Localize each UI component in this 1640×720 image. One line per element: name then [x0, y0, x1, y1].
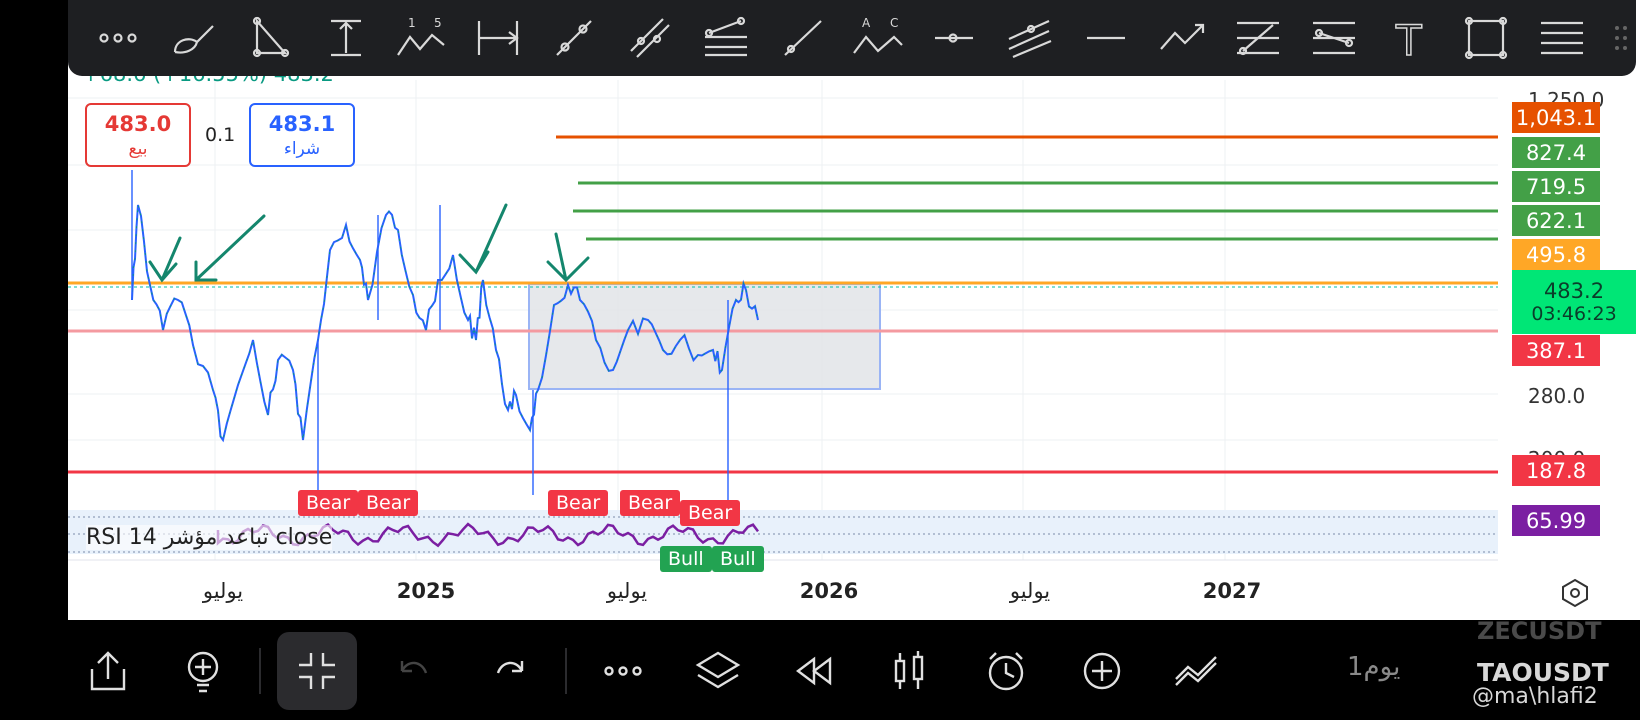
- time-label: يوليو: [1009, 579, 1051, 603]
- rsi-value-tag: 65.99: [1512, 505, 1600, 536]
- buy-price: 483.1: [268, 111, 336, 136]
- price-tag: 387.1: [1512, 335, 1600, 366]
- price-tag: 622.1: [1512, 205, 1600, 236]
- last-price: 483.2: [1543, 279, 1605, 303]
- sell-price: 483.0: [104, 111, 172, 136]
- last-price-tag: 483.2 03:46:23: [1512, 270, 1636, 334]
- time-label: 2026: [799, 579, 859, 603]
- svg-text:5: 5: [434, 16, 442, 30]
- elliott-wave-icon[interactable]: 15: [384, 8, 460, 68]
- bear-signal: Bear: [358, 490, 419, 516]
- bull-signal: Bull: [712, 546, 764, 572]
- arrow-annotations: [148, 203, 590, 283]
- price-tag: 495.8: [1512, 239, 1600, 270]
- svg-text:1: 1: [408, 16, 416, 30]
- redo-icon[interactable]: [470, 632, 550, 710]
- brush-icon[interactable]: [156, 8, 232, 68]
- separator: [565, 648, 567, 694]
- watermark-handle: @ma\hlafi2: [1472, 684, 1598, 709]
- compare-icon[interactable]: [1157, 632, 1237, 710]
- chart-settings-icon[interactable]: [1560, 578, 1590, 608]
- triangle-icon[interactable]: [232, 8, 308, 68]
- fib-channel-icon[interactable]: [1296, 8, 1372, 68]
- symbol-name[interactable]: TAOUSDT: [1477, 658, 1609, 687]
- toolbar-grip-icon[interactable]: [1606, 8, 1636, 68]
- buy-label: شراء: [283, 138, 321, 159]
- price-tag: 827.4: [1512, 137, 1600, 168]
- spread-value: 0.1: [205, 124, 236, 146]
- drawing-toolbar: 15 AC T: [68, 0, 1636, 76]
- svg-text:T: T: [1395, 16, 1422, 61]
- price-tag: 1,043.1: [1512, 102, 1600, 133]
- time-label: 2027: [1202, 579, 1262, 603]
- menu-lines-icon[interactable]: [1524, 8, 1600, 68]
- bear-signal: Bear: [548, 490, 609, 516]
- more-icon[interactable]: [583, 632, 663, 710]
- svg-text:A: A: [862, 16, 871, 30]
- bull-signal: Bull: [660, 546, 712, 572]
- previous-symbol: ZECUSDT: [1477, 617, 1602, 645]
- rectangle-icon[interactable]: [1448, 8, 1524, 68]
- bear-signal: Bear: [680, 500, 741, 526]
- undo-icon[interactable]: [374, 632, 454, 710]
- fib-extension-icon[interactable]: [1220, 8, 1296, 68]
- pitchfork-icon[interactable]: [992, 8, 1068, 68]
- path-icon[interactable]: [1144, 8, 1220, 68]
- fib-retracement-icon[interactable]: [688, 8, 764, 68]
- trend-line-icon[interactable]: [536, 8, 612, 68]
- horizontal-ray-icon[interactable]: [916, 8, 992, 68]
- separator: [259, 648, 261, 694]
- timeframe-selector[interactable]: 1يوم: [1347, 652, 1400, 682]
- more-icon[interactable]: [80, 8, 156, 68]
- svg-text:C: C: [890, 16, 898, 30]
- price-range-icon[interactable]: [308, 8, 384, 68]
- alert-icon[interactable]: [966, 632, 1046, 710]
- price-tag: 187.8: [1512, 455, 1600, 486]
- candles-icon[interactable]: [870, 632, 950, 710]
- bear-signal: Bear: [620, 490, 681, 516]
- price-tag: 719.5: [1512, 171, 1600, 202]
- bear-signal: Bear: [298, 490, 359, 516]
- range-rectangle: [528, 283, 881, 390]
- add-indicator-icon[interactable]: [163, 632, 243, 710]
- buy-button[interactable]: 483.1 شراء: [249, 103, 355, 167]
- time-label: يوليو: [606, 579, 648, 603]
- ray-icon[interactable]: [764, 8, 840, 68]
- sell-label: بيع: [128, 138, 148, 159]
- date-range-icon[interactable]: [460, 8, 536, 68]
- time-label: 2025: [396, 579, 456, 603]
- sell-button[interactable]: 483.0 بيع: [85, 103, 191, 167]
- layers-icon[interactable]: [678, 632, 758, 710]
- exit-fullscreen-icon[interactable]: [277, 632, 357, 710]
- add-icon[interactable]: [1062, 632, 1142, 710]
- axis-label: 280.0: [1528, 384, 1586, 408]
- replay-icon[interactable]: [774, 632, 854, 710]
- abcd-pattern-icon[interactable]: AC: [840, 8, 916, 68]
- horizontal-line-icon[interactable]: [1068, 8, 1144, 68]
- text-icon[interactable]: T: [1372, 8, 1448, 68]
- time-label: يوليو: [202, 579, 244, 603]
- left-margin: [0, 0, 68, 720]
- bar-countdown: 03:46:23: [1531, 303, 1617, 325]
- parallel-channel-icon[interactable]: [612, 8, 688, 68]
- rsi-indicator-title[interactable]: RSI تباعد مؤشر 14 close: [86, 525, 333, 550]
- share-icon[interactable]: [68, 632, 148, 710]
